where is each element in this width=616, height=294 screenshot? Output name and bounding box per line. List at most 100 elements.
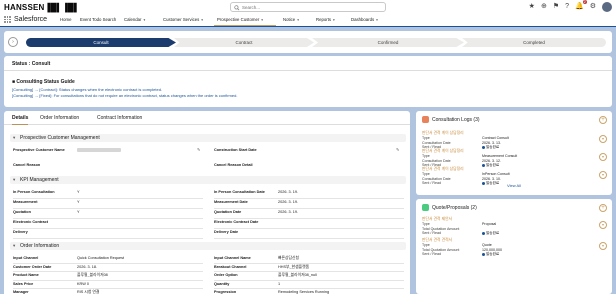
favorites-star-icon[interactable]: ★ — [529, 1, 535, 13]
nav-item-calendar[interactable]: Calendar ▾ — [121, 14, 145, 26]
field-label: Measurement — [13, 200, 38, 204]
field-label: Electronic Contract Date — [214, 220, 259, 224]
record-field-value: 발송완료 — [482, 252, 499, 257]
notification-count-badge: 2 — [582, 0, 587, 4]
path-step-contract[interactable]: Contract — [174, 38, 314, 47]
related-record: 판단서 견적 게이 상담정리 Type InPerson Consult Consul… — [422, 167, 510, 185]
edit-pencil-icon[interactable]: ✎ — [197, 147, 200, 152]
path-step-consult[interactable]: Consult — [26, 38, 176, 47]
consultation-logs-title[interactable]: Consultation Logs (3) — [432, 117, 480, 123]
company-logo[interactable]: HANSSEN▐█▌▐█▌ — [4, 3, 80, 12]
field-value: 플루윙_블라이저08_null — [278, 273, 317, 277]
nav-item-customer-services[interactable]: Customer Services ▾ — [160, 14, 203, 26]
chevron-down-icon: ▾ — [13, 135, 16, 140]
path-step-completed[interactable]: Completed — [462, 38, 606, 47]
chevron-down-icon: ▾ — [201, 18, 204, 22]
sent-status-dot-icon — [482, 231, 485, 235]
field-label: Prospective Customer Name — [13, 148, 65, 152]
field-label: Breakout Channel — [214, 264, 247, 269]
record-field-label: Consultation Date — [422, 158, 451, 163]
record-field-label: Type — [422, 136, 430, 140]
field-label: Quantity — [214, 281, 230, 286]
record-actions-button[interactable]: ▾ — [599, 153, 607, 161]
field-label: Order Option — [214, 273, 238, 277]
record-tabs: Details Order Information Contract Infor… — [4, 111, 410, 125]
record-field-label: Type — [422, 154, 430, 158]
field-label: Quotation — [13, 210, 31, 214]
path-step-confirmed[interactable]: Confirmed — [312, 38, 464, 47]
record-field-value: 발송완료 — [482, 231, 499, 236]
record-actions-button[interactable]: ▾ — [599, 135, 607, 143]
status-guide-card: Status : Consult ■ Consulting Status Gui… — [4, 56, 612, 107]
record-field-label: Consultation Date — [422, 140, 451, 145]
field-value: Y — [77, 200, 80, 204]
field-label: In Person Consultation — [13, 190, 55, 194]
quote-proposals-title[interactable]: Quote/Proposals (2) — [432, 205, 477, 211]
nav-item-prospective-customer[interactable]: Prospective Customer ▾ — [214, 14, 276, 26]
field-label: Input Channel — [13, 256, 39, 260]
chevron-down-icon: ▾ — [333, 18, 335, 22]
notifications-bell-icon[interactable]: 🔔 2 — [575, 0, 587, 13]
setup-assistant-icon[interactable]: ⚑ — [553, 1, 559, 13]
tab-contract-information[interactable]: Contract Information — [97, 115, 142, 125]
field-value: KRW 0 — [77, 281, 89, 286]
record-field-label: Total Quotation Amount — [422, 247, 460, 252]
record-field-value: 2026. 3. 12. — [482, 158, 501, 163]
field-label: In Person Consultation Date — [214, 190, 265, 194]
field-label: Manager — [13, 290, 29, 294]
path-toggle-button[interactable]: › — [8, 37, 18, 47]
setup-gear-icon[interactable]: ⚙ — [590, 1, 596, 13]
record-field-value: Contract Consult — [482, 136, 509, 140]
record-field-label: Type — [422, 222, 430, 226]
nav-item-reports[interactable]: Reports ▾ — [313, 14, 335, 26]
related-record: 판단서 견적 게이 상담정리 Type Contract Consult Consul… — [422, 131, 509, 149]
record-field-value: 2026. 3. 10. — [482, 176, 501, 181]
nav-item-dashboards[interactable]: Dashboards ▾ — [348, 14, 378, 26]
app-launcher[interactable]: Salesforce — [4, 16, 47, 23]
record-field-value: 2026. 3. 13. — [482, 140, 501, 145]
current-status-label: Status : Consult — [12, 61, 51, 67]
guide-title: ■ Consulting Status Guide — [12, 79, 75, 85]
app-launcher-icon[interactable] — [4, 16, 11, 23]
field-value: 2026. 3. 19. — [278, 210, 299, 214]
help-icon[interactable]: ? — [565, 1, 569, 13]
nav-item-notice[interactable]: Notice ▾ — [280, 14, 299, 26]
field-value: RIS 시청 연결 — [77, 290, 100, 294]
tab-order-information[interactable]: Order Information — [40, 115, 79, 125]
nav-item-event-todo-search[interactable]: Event Todo Search — [77, 14, 116, 26]
section-order-information[interactable]: ▾ Order Information — [10, 242, 406, 250]
field-label: Sales Price — [13, 281, 34, 286]
sent-status-dot-icon — [482, 163, 485, 167]
field-value: Y — [77, 190, 80, 194]
details-panel: Details Order Information Contract Infor… — [4, 111, 410, 294]
global-search-input[interactable]: Search... — [230, 2, 386, 12]
field-value: 2026. 3. 18. — [77, 264, 98, 269]
chevron-down-icon: ▾ — [376, 18, 378, 22]
add-quote-button[interactable]: + — [599, 204, 607, 212]
add-icon[interactable]: ⊕ — [541, 1, 547, 13]
record-actions-button[interactable]: ▾ — [599, 171, 607, 179]
related-record: 판단서 견적 게이 상담정리 Type Measurement Consult Con… — [422, 149, 517, 167]
edit-pencil-icon[interactable]: ✎ — [396, 147, 399, 152]
record-actions-button[interactable]: ▾ — [599, 242, 607, 250]
chevron-down-icon: ▾ — [143, 18, 146, 22]
record-field-value: 발송완료 — [482, 163, 499, 168]
consultation-log-icon — [422, 116, 429, 123]
view-all-link[interactable]: View All — [416, 183, 612, 188]
field-label: Customer Order Date — [13, 264, 52, 269]
chevron-down-icon: ▾ — [13, 243, 16, 248]
section-kpi-management[interactable]: ▾ KPI Management — [10, 176, 406, 184]
record-actions-button[interactable]: ▾ — [599, 221, 607, 229]
field-label: Cancel Reason Detail — [214, 163, 253, 167]
tab-details[interactable]: Details — [12, 115, 29, 125]
user-avatar[interactable] — [602, 2, 612, 12]
record-field-value: Quote — [482, 243, 492, 247]
field-label: Electronic Contract — [13, 220, 49, 224]
section-prospective-customer-management[interactable]: ▾ Prospective Customer Management — [10, 134, 406, 142]
chevron-down-icon: ▾ — [261, 18, 264, 22]
add-consultation-log-button[interactable]: + — [599, 116, 607, 124]
guide-line: [Consulting] → [Fixed]: For consultation… — [12, 93, 238, 98]
quote-proposals-card: Quote/Proposals (2) + 판단서 견적 제안서 Type Prop… — [416, 199, 612, 294]
nav-item-home[interactable]: Home — [57, 14, 71, 26]
record-field-label: Sent / Read — [422, 231, 441, 235]
